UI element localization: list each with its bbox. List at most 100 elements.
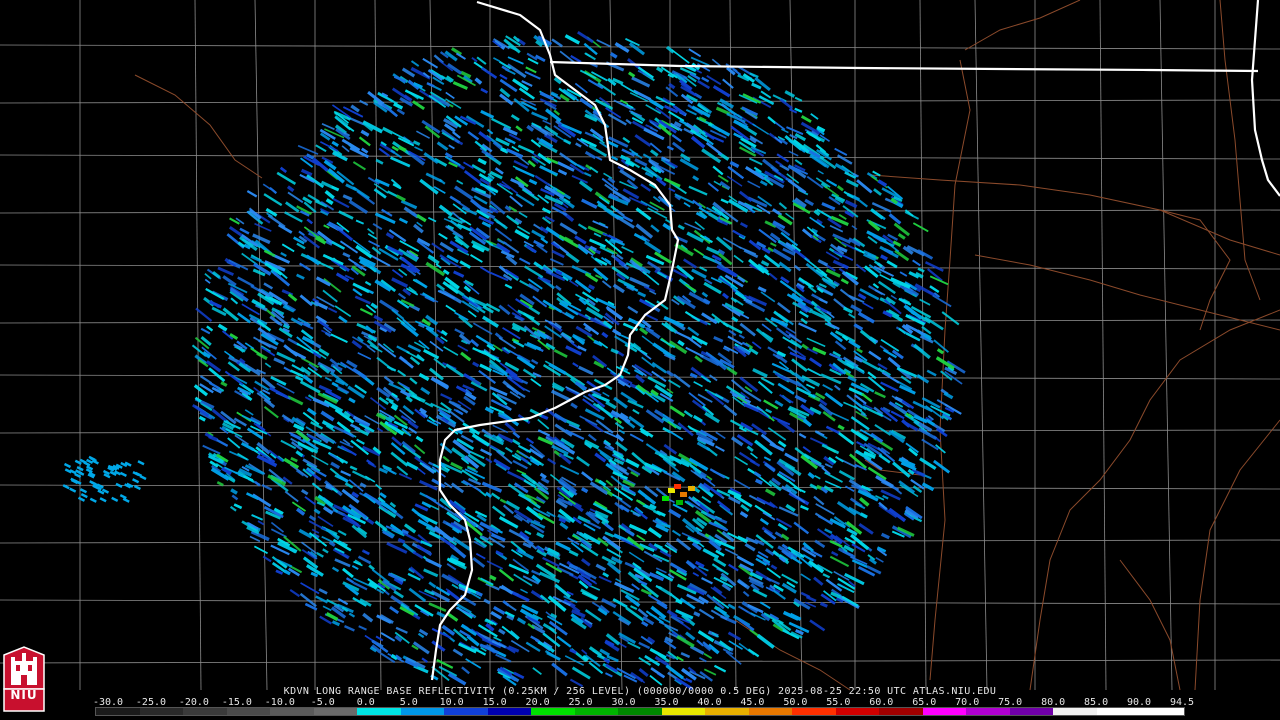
echo-streak — [481, 67, 498, 79]
echo-streak — [531, 359, 539, 365]
echo-streak — [589, 238, 607, 248]
echo-streak — [747, 648, 760, 658]
echo-streak — [254, 222, 272, 232]
echo-streak — [421, 657, 428, 663]
echo-streak — [351, 491, 360, 499]
echo-streak — [311, 482, 323, 492]
echo-streak — [583, 171, 592, 178]
echo-streak — [385, 232, 395, 240]
echo-streak — [485, 491, 493, 499]
echo-streak — [555, 541, 571, 552]
echo-streak — [416, 214, 427, 223]
echo-streak — [446, 562, 457, 571]
echo-streak — [563, 138, 572, 145]
echo-streak — [777, 301, 791, 314]
echo-streak — [874, 289, 886, 296]
echo-streak — [493, 217, 508, 230]
echo-streak — [856, 347, 863, 354]
echo-streak — [443, 481, 453, 489]
echo-streak — [284, 490, 299, 503]
echo-streak — [227, 437, 241, 449]
echo-streak — [359, 99, 369, 106]
echo-streak — [315, 236, 327, 245]
echo-streak — [886, 260, 898, 269]
echo-streak — [330, 461, 341, 470]
echo-streak — [894, 396, 903, 403]
echo-streak — [520, 456, 529, 464]
echo-streak — [877, 179, 888, 187]
echo-streak — [530, 378, 542, 387]
echo-streak — [898, 480, 916, 494]
echo-streak — [387, 190, 398, 198]
echo-streak — [208, 381, 221, 390]
echo-streak — [524, 530, 532, 536]
echo-streak — [551, 249, 565, 259]
echo-streak — [638, 668, 649, 677]
echo-streak — [263, 193, 283, 207]
echo-streak — [263, 405, 279, 419]
echo-streak — [319, 615, 333, 625]
echo-streak — [324, 190, 335, 200]
echo-streak — [311, 454, 329, 466]
echo-streak — [554, 583, 571, 599]
echo-streak — [361, 549, 370, 556]
echo-streak — [425, 558, 442, 568]
echo-streak — [254, 545, 268, 554]
echo-streak — [640, 183, 652, 192]
echo-streak — [512, 431, 521, 439]
echo-streak — [688, 457, 709, 472]
echo-streak — [638, 579, 648, 586]
echo-streak — [287, 191, 304, 204]
echo-streak — [853, 355, 864, 363]
echo-streak — [628, 523, 648, 535]
echo-streak — [688, 185, 708, 196]
echo-streak — [874, 424, 892, 436]
echo-streak — [667, 498, 675, 504]
echo-streak — [486, 560, 504, 570]
echo-streak — [390, 451, 409, 467]
echo-streak — [754, 76, 771, 92]
echo-streak — [493, 606, 506, 615]
echo-streak — [569, 648, 577, 654]
echo-streak — [299, 294, 313, 307]
echo-streak — [264, 362, 272, 368]
echo-streak — [412, 100, 425, 111]
echo-streak — [646, 261, 662, 272]
echo-streak — [510, 114, 520, 122]
echo-streak — [807, 367, 822, 377]
echo-streak — [789, 612, 802, 621]
echo-streak — [635, 207, 652, 221]
echo-streak — [311, 528, 320, 534]
echo-streak — [409, 377, 418, 385]
echo-streak — [511, 438, 521, 446]
echo-streak — [837, 431, 855, 445]
echo-streak — [500, 584, 514, 595]
echo-streak — [342, 252, 351, 258]
echo-streak — [759, 601, 771, 609]
echo-streak — [396, 465, 409, 476]
echo-streak — [767, 427, 787, 441]
echo-streak — [393, 590, 404, 599]
echo-streak — [862, 302, 874, 310]
echo-streak — [356, 438, 365, 445]
echo-streak — [728, 329, 737, 337]
echo-streak — [318, 384, 333, 394]
echo-streak — [515, 166, 535, 178]
echo-streak — [230, 488, 238, 495]
echo-streak — [481, 481, 503, 493]
echo-streak — [614, 581, 635, 594]
echo-streak — [323, 277, 342, 293]
echo-streak — [296, 273, 305, 280]
echo-streak — [453, 270, 465, 278]
echo-streak — [921, 325, 932, 335]
echo-streak — [448, 144, 455, 150]
echo-streak — [693, 611, 701, 617]
echo-streak — [564, 311, 575, 320]
echo-streak — [302, 374, 314, 384]
echo-streak — [553, 109, 561, 116]
echo-streak — [412, 140, 421, 146]
echo-streak — [417, 467, 426, 475]
echo-streak — [634, 158, 648, 167]
echo-streak — [542, 119, 552, 125]
echo-streak — [465, 658, 482, 669]
